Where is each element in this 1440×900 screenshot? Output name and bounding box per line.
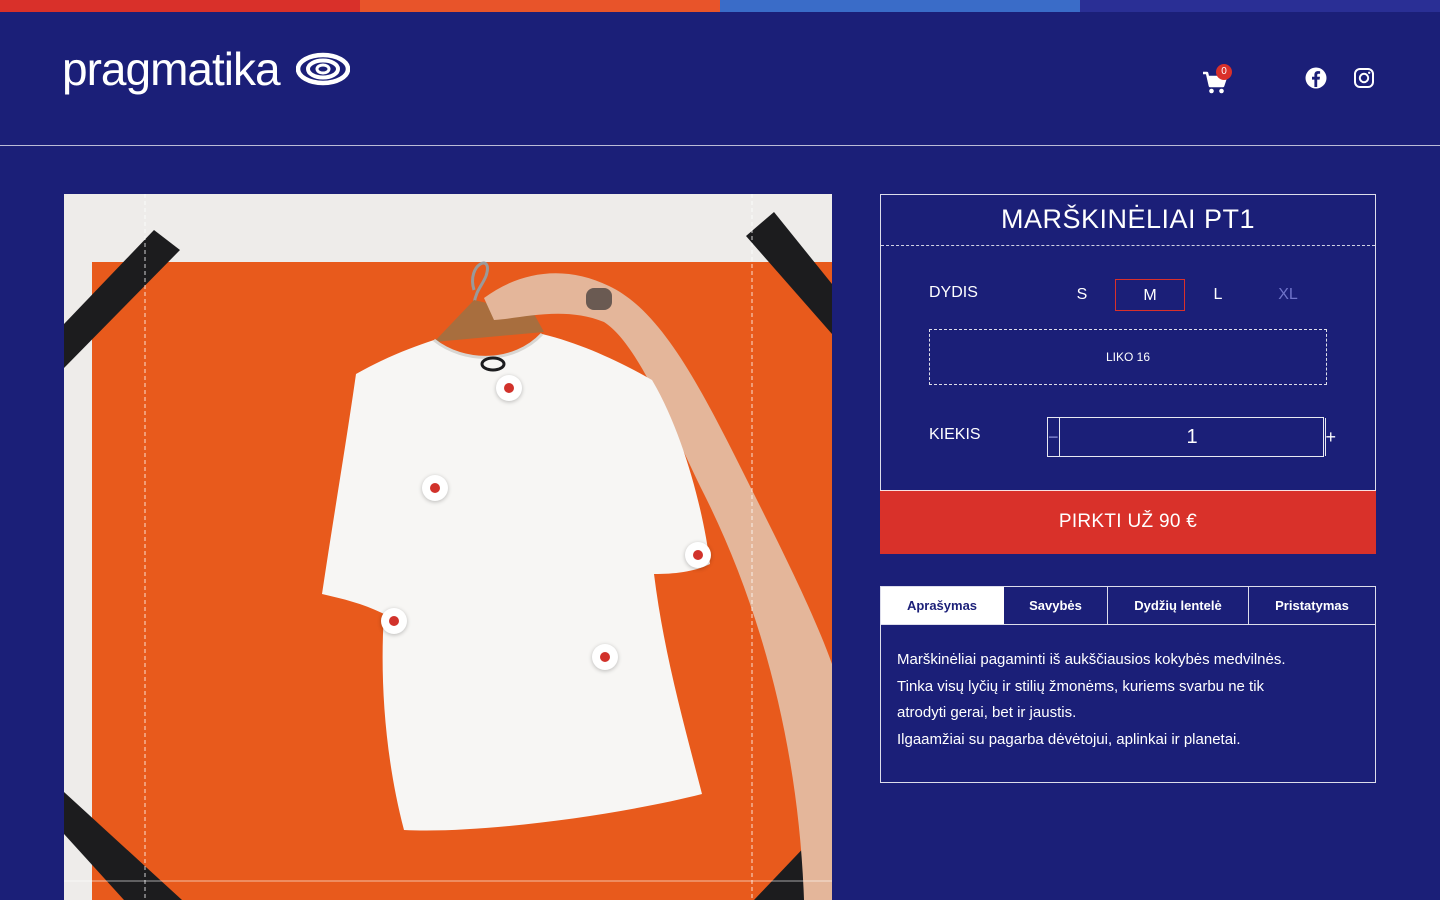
brand-name: pragmatika	[62, 43, 281, 95]
hotspot-sleeve[interactable]	[685, 542, 711, 568]
quantity-label: KIEKIS	[929, 426, 981, 443]
description-line: atrodyti gerai, bet ir jaustis.	[897, 704, 1077, 721]
size-label: DYDIS	[929, 284, 978, 301]
stock-remaining: LIKO 16	[929, 329, 1327, 385]
buy-button[interactable]: PIRKTI UŽ 90 €	[880, 490, 1376, 554]
size-option-l[interactable]: L	[1183, 279, 1253, 311]
product-title: MARŠKINĖLIAI PT1	[881, 195, 1375, 246]
quantity-stepper: − +	[1047, 417, 1336, 457]
tab-properties[interactable]: Savybės	[1004, 587, 1108, 624]
site-header: pragmatika 0	[0, 12, 1440, 146]
hotspot-collar[interactable]	[496, 375, 522, 401]
size-option-m[interactable]: M	[1115, 279, 1185, 311]
hotspot-left-side[interactable]	[381, 608, 407, 634]
cart-count-badge: 0	[1216, 64, 1232, 80]
quantity-input[interactable]	[1059, 418, 1325, 456]
eye-logo-icon	[295, 52, 350, 86]
size-option-xl[interactable]: XL	[1253, 279, 1323, 311]
description-line: Marškinėliai pagaminti iš aukščiausios k…	[897, 651, 1286, 668]
top-color-stripe	[0, 0, 1440, 12]
product-image	[64, 194, 832, 900]
brand-logo[interactable]: pragmatika	[62, 46, 350, 92]
tab-size-chart[interactable]: Dydžių lentelė	[1108, 587, 1249, 624]
quantity-increase-button[interactable]: +	[1324, 418, 1336, 456]
tab-description-content: Marškinėliai pagaminti iš aukščiausios k…	[881, 625, 1375, 753]
tab-bar: Aprašymas Savybės Dydžių lentelė Pristat…	[881, 587, 1375, 625]
description-line: Tinka visų lyčių ir stilių žmonėms, kuri…	[897, 677, 1265, 695]
description-line: Ilgaamžiai su pagarba dėvėtojui, aplinka…	[897, 730, 1241, 748]
size-option-s[interactable]: S	[1047, 279, 1117, 311]
tshirt-photo	[64, 194, 832, 900]
hotspot-chest[interactable]	[422, 475, 448, 501]
tab-delivery[interactable]: Pristatymas	[1249, 587, 1375, 624]
hotspot-fabric[interactable]	[592, 644, 618, 670]
purchase-panel: MARŠKINĖLIAI PT1 DYDIS S M L XL LIKO 16 …	[880, 194, 1376, 554]
instagram-icon[interactable]	[1352, 66, 1376, 90]
facebook-icon[interactable]	[1304, 66, 1328, 90]
tab-description[interactable]: Aprašymas	[881, 587, 1004, 624]
quantity-decrease-button[interactable]: −	[1048, 418, 1060, 456]
product-info-tabs: Aprašymas Savybės Dydžių lentelė Pristat…	[880, 586, 1376, 783]
